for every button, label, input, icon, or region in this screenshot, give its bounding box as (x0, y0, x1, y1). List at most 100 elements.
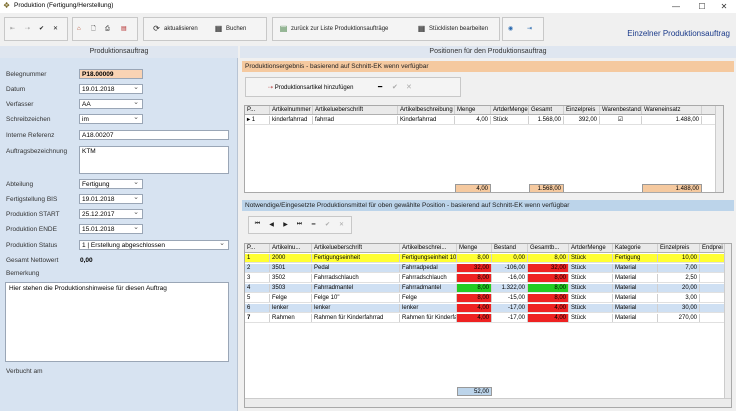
grid2-total-menge: 52,00 (457, 387, 492, 396)
table-row[interactable]: 2 3501 Pedal Fahrradpedal 32,00 -106,00 32,00 S… (245, 264, 724, 273)
grid1-col[interactable]: P... (245, 106, 270, 114)
first-icon[interactable]: ⇤ (10, 18, 15, 40)
schreibzeichen-field[interactable]: im (79, 114, 143, 124)
print-icon[interactable]: ⎙ (105, 18, 110, 40)
pdf-icon[interactable]: ▤ (121, 18, 127, 40)
grid2-col[interactable]: Artikelueberschrift (312, 244, 400, 252)
grid2-col[interactable]: Artikelbeschrei... (400, 244, 457, 252)
grid1-col[interactable]: Wareneinsatz (642, 106, 702, 114)
grid1-scrollbar[interactable] (715, 106, 723, 192)
table-cell: Stück (569, 264, 613, 272)
close-icon[interactable]: ✕ (712, 0, 736, 13)
globe-icon[interactable]: ◉ (508, 18, 513, 40)
start-field[interactable]: 25.12.2017 (79, 209, 143, 219)
home-icon[interactable]: ⌂ (77, 18, 81, 40)
maximize-icon[interactable]: ☐ (690, 0, 714, 13)
verfasser-label: Verfasser (6, 101, 34, 108)
nav-next-icon[interactable]: ▶ (279, 221, 292, 228)
table-cell: Pedal (312, 264, 400, 272)
verfasser-field[interactable]: AA (79, 99, 143, 109)
grid2-col[interactable]: P... (245, 244, 270, 252)
nav-last-icon[interactable]: ⏭ (293, 221, 306, 228)
abteilung-field[interactable]: Fertigung (79, 179, 143, 189)
table-row[interactable]: 4 3503 Fahrradmantel Fahrradmantel 8,00 1.322… (245, 284, 724, 293)
grid1-header: P... Artikelnummer Artikelueberschrift A… (245, 106, 723, 115)
grid2-col[interactable]: Menge (457, 244, 492, 252)
table-row[interactable]: 5 Felge Felge 10" Felge 8,00 -15,00 8,00 Stück M… (245, 294, 724, 303)
row-position: 5 (245, 294, 270, 302)
grid1-col[interactable]: Gesamt (529, 106, 564, 114)
row-position: 1 (245, 254, 270, 262)
auftragsbezeichnung-field[interactable]: KTM (79, 146, 229, 174)
grid1-col[interactable]: Warenbestand (600, 106, 642, 114)
warenbestand-checkbox[interactable]: ☑ (600, 116, 642, 124)
table-cell: Rahmen für Kinderfahrrad (400, 314, 457, 322)
nav-prev-icon[interactable]: ◀ (265, 221, 278, 228)
grid2-col[interactable]: Gesamtb... (528, 244, 569, 252)
exit-icon[interactable]: ⇥ (527, 18, 532, 40)
grid1-col[interactable]: ArtderMenge (491, 106, 529, 114)
grid1-col[interactable]: Menge (455, 106, 491, 114)
table-cell: 30,00 (658, 304, 700, 312)
table-cell: 8,00 (528, 274, 569, 282)
back-to-list-button[interactable]: ▤ zurück zur Liste Produktionsaufträge (279, 18, 389, 40)
save-button[interactable]: ▦ Buchen (214, 18, 247, 40)
grid2-col[interactable]: Bestand (492, 244, 528, 252)
discard-icon[interactable]: ✕ (406, 78, 412, 98)
grid1-col[interactable]: Artikelueberschrift (313, 106, 398, 114)
cancel-icon[interactable]: ✕ (53, 18, 58, 40)
interne-referenz-field[interactable]: A18.00207 (79, 130, 229, 140)
minimize-icon[interactable]: — (664, 0, 688, 13)
table-row[interactable]: ▸ 1 kinderfahrrad fahrrad Kinderfahrrad … (245, 116, 716, 125)
schreibzeichen-label: Schreibzeichen (6, 116, 51, 123)
grid2-scrollbar[interactable] (724, 244, 731, 398)
table-cell: 2000 (270, 254, 312, 262)
grid2-hscrollbar[interactable] (245, 398, 731, 407)
preview-icon[interactable]: 🗋 (91, 18, 96, 40)
grid2-col[interactable]: Kategorie (613, 244, 658, 252)
bemerkung-textarea[interactable]: Hier stehen die Produktionshinweise für … (5, 282, 229, 362)
grid2-col[interactable]: ArtderMenge (569, 244, 613, 252)
table-cell: Felge 10" (312, 294, 400, 302)
bom-icon: ▦ (417, 23, 426, 33)
grid2-col[interactable]: Einzelpreis (658, 244, 700, 252)
bom-button[interactable]: ▦ Stücklisten bearbeiten (417, 18, 488, 40)
confirm-icon[interactable]: ✔ (392, 78, 398, 98)
grid2-header: P... Artikelnu... Artikelueberschrift Ar… (245, 244, 731, 253)
table-cell: Stück (569, 314, 613, 322)
grid1-col[interactable]: Artikelbeschreibung (398, 106, 455, 114)
remove-icon[interactable]: ━ (378, 78, 382, 98)
check-icon[interactable]: ✔ (39, 18, 44, 40)
fertigstellung-field[interactable]: 19.01.2018 (79, 194, 143, 204)
table-cell: Stück (569, 274, 613, 282)
grid1-col[interactable]: Einzelpreis (564, 106, 600, 114)
table-cell: 1.322,00 (492, 284, 528, 292)
table-cell: Fahrradschlauch (400, 274, 457, 282)
grid2-col[interactable]: Artikelnu... (270, 244, 312, 252)
belegnummer-field[interactable]: P18.00009 (79, 69, 143, 79)
ende-field[interactable]: 15.01.2018 (79, 224, 143, 234)
window-title: Produktion (Fertigung/Herstellung) (14, 2, 114, 9)
nav-delete-icon[interactable]: ━ (307, 221, 320, 228)
grid1-col[interactable]: Artikelnummer (270, 106, 313, 114)
refresh-button[interactable]: ⟳ aktualisieren (152, 18, 198, 40)
table-cell: 20,00 (658, 284, 700, 292)
nav-cancel-icon[interactable]: ✕ (335, 221, 348, 228)
add-article-button[interactable]: ⇢ Produktionsartikel hinzufügen (268, 78, 353, 98)
table-cell: 270,00 (658, 314, 700, 322)
datum-field[interactable]: 19.01.2018 (79, 84, 143, 94)
status-field[interactable]: 1 | Erstellung abgeschlossen (79, 240, 229, 250)
left-panel-title: Produktionsauftrag (0, 46, 238, 58)
table-row[interactable]: 1 2000 Fertigungseinheit Fertigungseinheit … (245, 254, 724, 263)
table-cell: 2,50 (658, 274, 700, 282)
table-cell: 3,00 (658, 294, 700, 302)
prev-icon[interactable]: ⇢ (25, 18, 30, 40)
nav-confirm-icon[interactable]: ✔ (321, 221, 334, 228)
table-row[interactable]: 6 lenker lenker lenker 4,00 -17,00 4,00 Stück Ma… (245, 304, 724, 313)
table-cell: 3503 (270, 284, 312, 292)
table-cell: 8,00 (528, 294, 569, 302)
table-row[interactable]: 3 3502 Fahrradschlauch Fahrradschlauch 8,00-… (245, 274, 724, 283)
nav-first-icon[interactable]: ⏮ (251, 221, 264, 228)
table-cell: -17,00 (492, 304, 528, 312)
table-row[interactable]: 7 Rahmen Rahmen für Kinderfahrrad Rahmen fü… (245, 314, 724, 323)
